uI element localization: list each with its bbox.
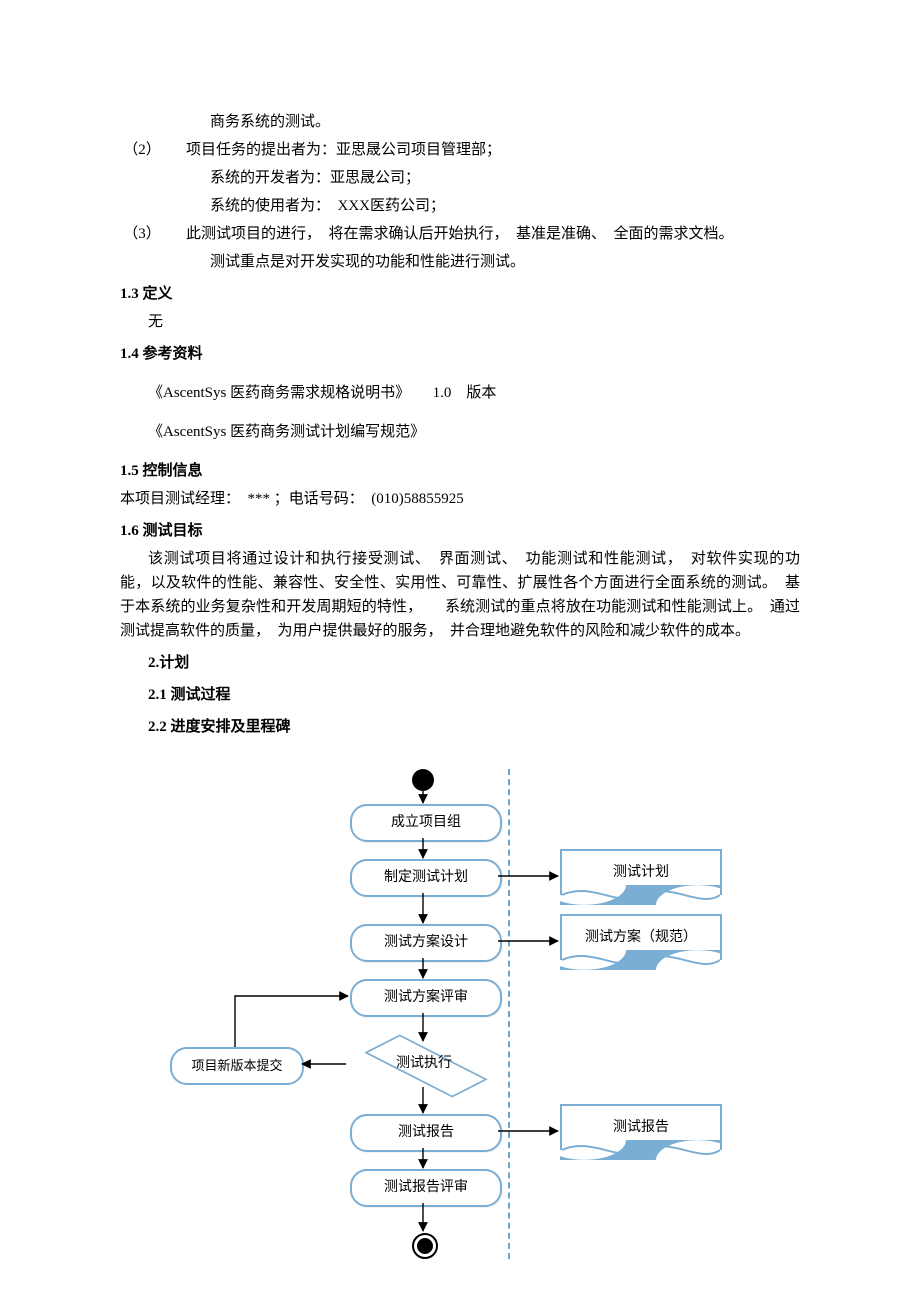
- heading-1-4: 1.4 参考资料: [120, 342, 800, 366]
- doc-label: 测试报告: [613, 1117, 669, 1139]
- flow-node: 测试方案评审: [350, 979, 502, 1017]
- heading-2-2: 2.2 进度安排及里程碑: [120, 715, 800, 739]
- flow-node: 测试方案设计: [350, 924, 502, 962]
- list-item-2: （2） 项目任务的提出者为：亚思晟公司项目管理部；: [120, 138, 800, 162]
- swimlane-divider: [508, 769, 510, 1259]
- flow-node: 成立项目组: [350, 804, 502, 842]
- heading-1-5: 1.5 控制信息: [120, 459, 800, 483]
- flow-node: 制定测试计划: [350, 859, 502, 897]
- heading-2: 2.计划: [120, 651, 800, 675]
- list-text: 此测试项目的进行， 将在需求确认后开始执行， 基准是准确、 全面的需求文档。: [186, 222, 734, 246]
- flow-document: 测试方案（规范）: [560, 914, 722, 960]
- list-text: 项目任务的提出者为：亚思晟公司项目管理部；: [186, 138, 501, 162]
- flow-document: 测试计划: [560, 849, 722, 895]
- doc-label: 测试计划: [613, 862, 669, 884]
- flow-decision-label: 测试执行: [343, 1039, 505, 1089]
- body-text: 无: [120, 310, 800, 334]
- header-fragment: 商务系统的测试。: [120, 110, 800, 134]
- list-text: 系统的开发者为：亚思晟公司；: [120, 166, 800, 190]
- flow-node: 测试报告评审: [350, 1169, 502, 1207]
- heading-1-6: 1.6 测试目标: [120, 519, 800, 543]
- heading-2-1: 2.1 测试过程: [120, 683, 800, 707]
- doc-label: 测试方案（规范）: [585, 927, 697, 949]
- flow-node: 测试报告: [350, 1114, 502, 1152]
- list-text: 系统的使用者为： XXX医药公司；: [120, 194, 800, 218]
- ref-line: 《AscentSys 医药商务测试计划编写规范》: [120, 420, 800, 444]
- flow-start: [412, 769, 434, 791]
- body-text: 该测试项目将通过设计和执行接受测试、 界面测试、 功能测试和性能测试， 对软件实…: [120, 547, 800, 643]
- list-text: 测试重点是对开发实现的功能和性能进行测试。: [120, 250, 800, 274]
- flow-end: [412, 1233, 438, 1259]
- heading-1-3: 1.3 定义: [120, 282, 800, 306]
- list-key: （3）: [120, 222, 164, 246]
- ref-line: 《AscentSys 医药商务需求规格说明书》 1.0 版本: [120, 381, 800, 405]
- flow-decision: 测试执行: [343, 1039, 505, 1089]
- flow-document: 测试报告: [560, 1104, 722, 1150]
- flowchart: 成立项目组 制定测试计划 测试方案设计 测试方案评审 测试执行 测试报告 测试报…: [160, 769, 760, 1259]
- body-text: 本项目测试经理： *** ；电话号码： (010)58855925: [120, 487, 800, 511]
- list-key: （2）: [120, 138, 164, 162]
- document-page: { "header_line": "商务系统的测试。", "items": { …: [0, 0, 920, 1303]
- list-item-3: （3） 此测试项目的进行， 将在需求确认后开始执行， 基准是准确、 全面的需求文…: [120, 222, 800, 246]
- flow-feedback: 项目新版本提交: [170, 1047, 304, 1085]
